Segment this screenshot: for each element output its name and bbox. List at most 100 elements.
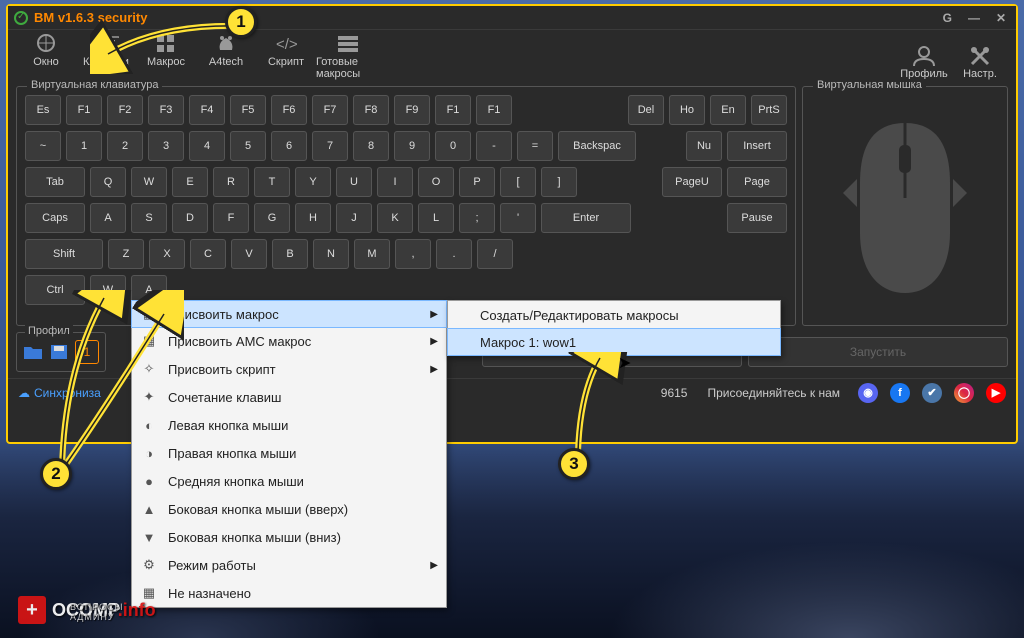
- key-f9[interactable]: F9: [394, 95, 430, 125]
- script-button[interactable]: </>Скрипт: [256, 32, 316, 80]
- key-page[interactable]: Page: [727, 167, 787, 197]
- key-k[interactable]: K: [377, 203, 413, 233]
- key-tab[interactable]: Tab: [25, 167, 85, 197]
- key-r[interactable]: R: [213, 167, 249, 197]
- submenu-item[interactable]: Макрос 1: wow1: [447, 328, 781, 356]
- key-1[interactable]: 1: [66, 131, 102, 161]
- a4tech-button[interactable]: A4tech: [196, 32, 256, 80]
- menu-item[interactable]: ✧Присвоить скрипт▶: [132, 355, 446, 383]
- key-e[interactable]: E: [172, 167, 208, 197]
- menu-item[interactable]: ▲Боковая кнопка мыши (вверх): [132, 495, 446, 523]
- menu-item[interactable]: ▦Присвоить макрос▶: [131, 300, 447, 328]
- profile-number[interactable]: 1: [75, 340, 99, 364]
- key-g[interactable]: G: [254, 203, 290, 233]
- key-c[interactable]: C: [190, 239, 226, 269]
- key-shift[interactable]: Shift: [25, 239, 103, 269]
- key-en[interactable]: En: [710, 95, 746, 125]
- key-m[interactable]: M: [354, 239, 390, 269]
- menu-item[interactable]: ✦Сочетание клавиш: [132, 383, 446, 411]
- key-w[interactable]: W: [131, 167, 167, 197]
- key-q[interactable]: Q: [90, 167, 126, 197]
- key-d[interactable]: D: [172, 203, 208, 233]
- help-button[interactable]: G: [939, 11, 956, 25]
- key-backspac[interactable]: Backspac: [558, 131, 636, 161]
- start-button[interactable]: Запустить: [748, 337, 1008, 367]
- key-3[interactable]: 3: [148, 131, 184, 161]
- profile-button[interactable]: Профиль: [896, 44, 952, 80]
- key-f[interactable]: F: [213, 203, 249, 233]
- key-y[interactable]: Y: [295, 167, 331, 197]
- key-ho[interactable]: Ho: [669, 95, 705, 125]
- sync-link[interactable]: ☁ Синхрониза: [18, 386, 101, 400]
- mouse-graphic[interactable]: [825, 103, 985, 303]
- key-7[interactable]: 7: [312, 131, 348, 161]
- key-4[interactable]: 4: [189, 131, 225, 161]
- key-n[interactable]: N: [313, 239, 349, 269]
- key-f1[interactable]: F1: [476, 95, 512, 125]
- key-'[interactable]: ': [500, 203, 536, 233]
- settings-button[interactable]: Настр.: [952, 44, 1008, 80]
- key-z[interactable]: Z: [108, 239, 144, 269]
- key-a[interactable]: A: [90, 203, 126, 233]
- key-i[interactable]: I: [377, 167, 413, 197]
- key-v[interactable]: V: [231, 239, 267, 269]
- key-s[interactable]: S: [131, 203, 167, 233]
- key-f5[interactable]: F5: [230, 95, 266, 125]
- key-/[interactable]: /: [477, 239, 513, 269]
- key-~[interactable]: ~: [25, 131, 61, 161]
- key-u[interactable]: U: [336, 167, 372, 197]
- ready-macros-button[interactable]: Готовые макросы: [316, 32, 380, 80]
- keys-button[interactable]: Клавиши: [76, 32, 136, 80]
- key-del[interactable]: Del: [628, 95, 664, 125]
- key-8[interactable]: 8: [353, 131, 389, 161]
- key-5[interactable]: 5: [230, 131, 266, 161]
- menu-item[interactable]: ◐Левая кнопка мыши: [132, 411, 446, 439]
- menu-item[interactable]: ▦Не назначено: [132, 579, 446, 607]
- key-9[interactable]: 9: [394, 131, 430, 161]
- key-[[interactable]: [: [500, 167, 536, 197]
- key-enter[interactable]: Enter: [541, 203, 631, 233]
- facebook-icon[interactable]: f: [890, 383, 910, 403]
- menu-item[interactable]: ⚙Режим работы▶: [132, 551, 446, 579]
- menu-item[interactable]: ◑Правая кнопка мыши: [132, 439, 446, 467]
- key-x[interactable]: X: [149, 239, 185, 269]
- key-ctrl[interactable]: Ctrl: [25, 275, 85, 305]
- key-;[interactable]: ;: [459, 203, 495, 233]
- key-prts[interactable]: PrtS: [751, 95, 787, 125]
- key-f4[interactable]: F4: [189, 95, 225, 125]
- key-f2[interactable]: F2: [107, 95, 143, 125]
- key-f1[interactable]: F1: [435, 95, 471, 125]
- macro-button[interactable]: Макрос: [136, 32, 196, 80]
- key-=[interactable]: =: [517, 131, 553, 161]
- menu-item[interactable]: ▦Присвоить AMC макрос▶: [132, 327, 446, 355]
- key-pause[interactable]: Pause: [727, 203, 787, 233]
- key-h[interactable]: H: [295, 203, 331, 233]
- key-es[interactable]: Es: [25, 95, 61, 125]
- key-l[interactable]: L: [418, 203, 454, 233]
- key-o[interactable]: O: [418, 167, 454, 197]
- instagram-icon[interactable]: ◯: [954, 383, 974, 403]
- key-caps[interactable]: Caps: [25, 203, 85, 233]
- key-b[interactable]: B: [272, 239, 308, 269]
- discord-icon[interactable]: ◉: [858, 383, 878, 403]
- key-6[interactable]: 6: [271, 131, 307, 161]
- key-insert[interactable]: Insert: [727, 131, 787, 161]
- close-button[interactable]: ✕: [992, 11, 1010, 25]
- key-pageu[interactable]: PageU: [662, 167, 722, 197]
- menu-item[interactable]: ▼Боковая кнопка мыши (вниз): [132, 523, 446, 551]
- key-2[interactable]: 2: [107, 131, 143, 161]
- save-icon[interactable]: [49, 344, 69, 360]
- menu-item[interactable]: ●Средняя кнопка мыши: [132, 467, 446, 495]
- key-f6[interactable]: F6: [271, 95, 307, 125]
- key-f3[interactable]: F3: [148, 95, 184, 125]
- key-0[interactable]: 0: [435, 131, 471, 161]
- key-f8[interactable]: F8: [353, 95, 389, 125]
- key-w[interactable]: W: [90, 275, 126, 305]
- key-nu[interactable]: Nu: [686, 131, 722, 161]
- key-j[interactable]: J: [336, 203, 372, 233]
- vk-icon[interactable]: ✔: [922, 383, 942, 403]
- window-button[interactable]: Окно: [16, 32, 76, 80]
- key-,[interactable]: ,: [395, 239, 431, 269]
- key-t[interactable]: T: [254, 167, 290, 197]
- key-p[interactable]: P: [459, 167, 495, 197]
